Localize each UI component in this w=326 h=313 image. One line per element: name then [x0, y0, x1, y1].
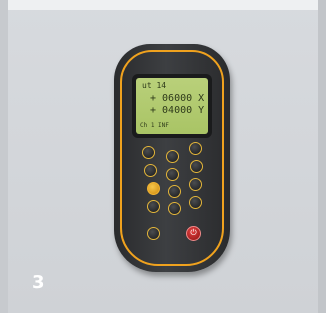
screen-frame: ut 14 + 06000 X + 04000 Y Ch 1 INF — [132, 74, 212, 138]
image-tile: ut 14 + 06000 X + 04000 Y Ch 1 INF ⏻ 3 — [0, 0, 326, 313]
remote-control-device: ut 14 + 06000 X + 04000 Y Ch 1 INF ⏻ — [114, 44, 230, 272]
image-caption: 3 — [32, 272, 45, 293]
keypad-button[interactable] — [147, 227, 160, 240]
keypad-button[interactable] — [147, 200, 160, 213]
keypad-button[interactable] — [189, 178, 202, 191]
keypad-button[interactable] — [189, 196, 202, 209]
lcd-line-2: + 06000 X — [150, 93, 205, 104]
keypad-button[interactable] — [144, 164, 157, 177]
enter-button[interactable] — [147, 182, 160, 195]
lcd-line-1: ut 14 — [142, 81, 167, 90]
keypad-button[interactable] — [168, 202, 181, 215]
keypad-button[interactable] — [166, 168, 179, 181]
tile-left-edge — [0, 0, 8, 313]
lcd-screen: ut 14 + 06000 X + 04000 Y Ch 1 INF — [136, 78, 208, 134]
power-button[interactable]: ⏻ — [186, 226, 201, 241]
lcd-line-4: Ch 1 INF — [140, 122, 169, 129]
lcd-line-3: + 04000 Y — [150, 105, 205, 116]
tile-right-edge — [318, 0, 326, 313]
keypad-button[interactable] — [190, 160, 203, 173]
keypad-button[interactable] — [189, 142, 202, 155]
keypad-button[interactable] — [168, 185, 181, 198]
power-icon: ⏻ — [190, 228, 197, 237]
keypad-button[interactable] — [142, 146, 155, 159]
tile-top-highlight — [8, 0, 318, 10]
keypad-button[interactable] — [166, 150, 179, 163]
